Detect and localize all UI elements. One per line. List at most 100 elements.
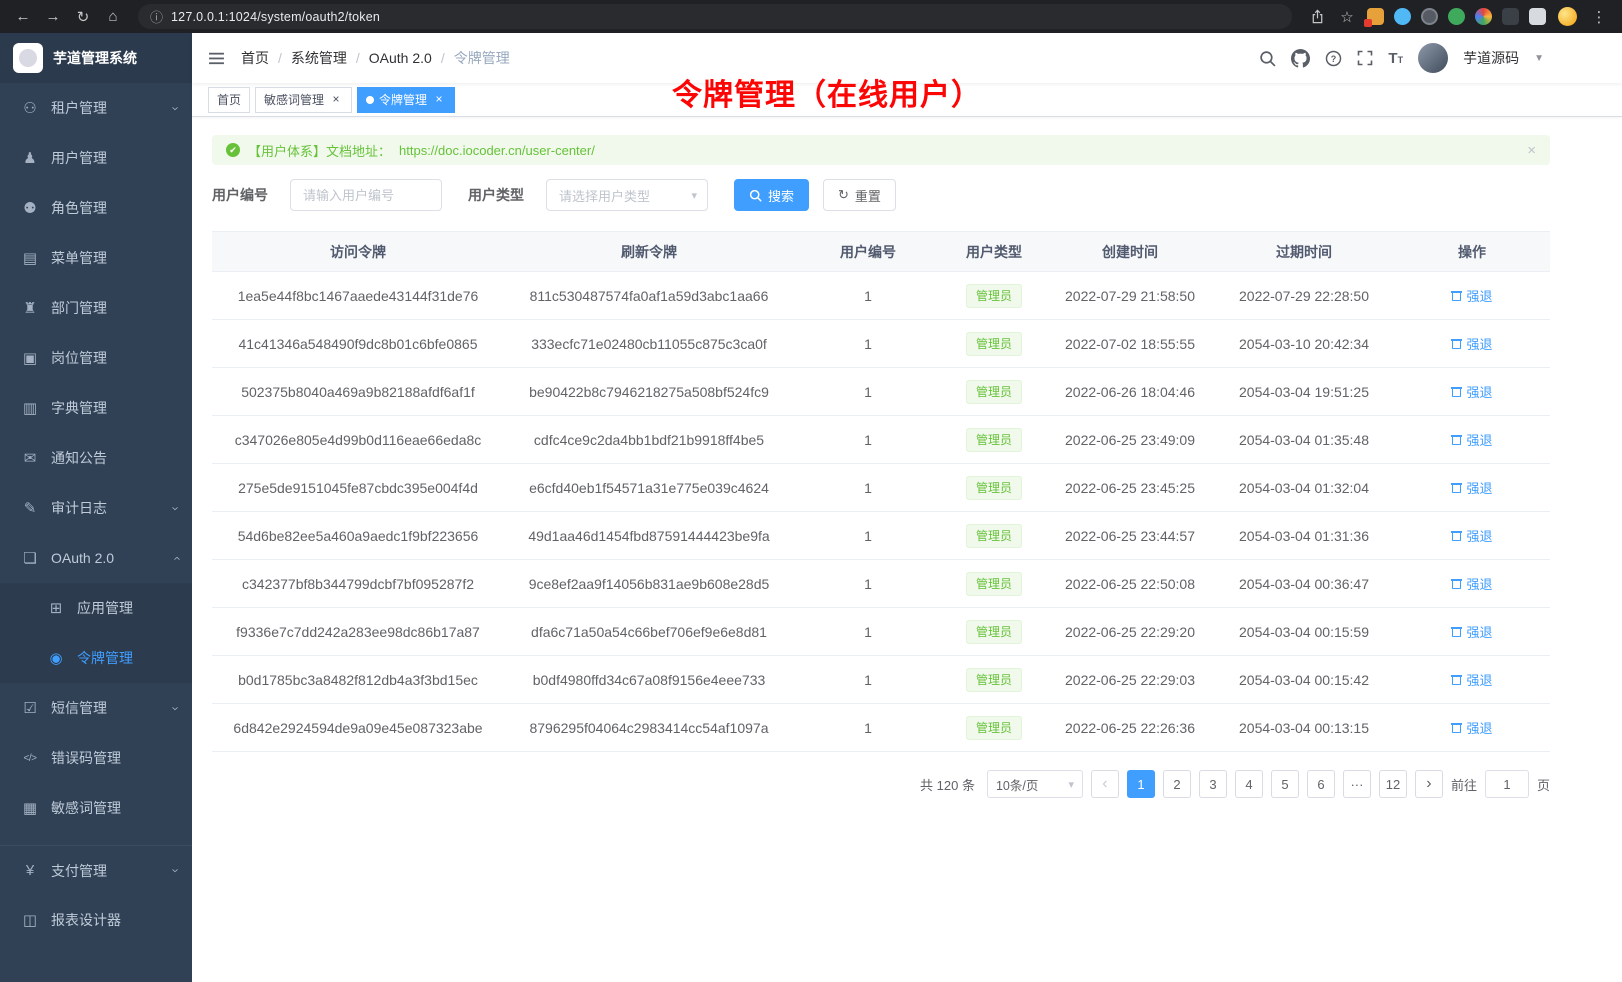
site-info-icon[interactable]: ⓘ [150,7,163,26]
pagination-page-6[interactable]: 6 [1307,770,1335,798]
cell-access-token: 6d842e2924594de9a09e45e087323abe [212,704,504,752]
back-button[interactable]: ← [10,4,36,30]
prev-page-button[interactable]: ‹ [1091,770,1119,798]
user-dropdown-caret-icon[interactable]: ▼ [1534,53,1544,64]
force-logout-button[interactable]: 强退 [1451,334,1492,353]
bookmark-star-icon[interactable]: ☆ [1334,4,1360,30]
sidebar-item-user[interactable]: ♟用户管理 [0,133,192,183]
column-header: 刷新令牌 [504,232,794,272]
user-avatar[interactable] [1418,43,1448,73]
sidebar-collapse-icon[interactable] [208,50,225,67]
font-size-icon[interactable]: TT [1388,50,1403,67]
tab-home[interactable]: 首页 [208,87,250,113]
search-icon[interactable] [1259,50,1276,67]
tab-close-icon[interactable]: × [432,93,446,107]
user-id-input[interactable] [290,179,442,211]
extension-icon-4[interactable] [1448,8,1465,25]
force-logout-button[interactable]: 强退 [1451,574,1492,593]
sidebar-item-sensitive-word[interactable]: ▦敏感词管理 [0,783,192,833]
breadcrumb-item[interactable]: 首页 [241,48,269,68]
next-page-button[interactable]: › [1415,770,1443,798]
pagination-page-2[interactable]: 2 [1163,770,1191,798]
sidebar-item-dict[interactable]: ▥字典管理 [0,383,192,433]
force-logout-button[interactable]: 强退 [1451,382,1492,401]
extension-icon-5[interactable] [1475,8,1492,25]
username[interactable]: 芋道源码 [1463,48,1519,68]
force-logout-button[interactable]: 强退 [1451,718,1492,737]
help-icon[interactable]: ? [1325,50,1342,67]
user-type-select[interactable]: 请选择用户类型 ▾ [546,179,708,211]
app-shell: 芋道管理系统 ⚇租户管理›♟用户管理⚉角色管理▤菜单管理♜部门管理▣岗位管理▥字… [0,33,1622,982]
cell-access-token: b0d1785bc3a8482f812db4a3f3bd15ec [212,656,504,704]
force-logout-button[interactable]: 强退 [1451,670,1492,689]
github-icon[interactable] [1291,49,1310,68]
cell-actions: 强退 [1394,512,1550,560]
sidebar-item-sms[interactable]: ☑短信管理› [0,683,192,733]
force-logout-button[interactable]: 强退 [1451,526,1492,545]
tab-close-icon[interactable]: × [329,93,343,107]
breadcrumb-item[interactable]: 系统管理 [291,48,347,68]
alert-doc-link[interactable]: https://doc.iocoder.cn/user-center/ [399,143,595,158]
sidebar-item-oauth2-token[interactable]: ◉令牌管理 [0,633,192,683]
reload-button[interactable]: ↻ [70,4,96,30]
extension-icon-6[interactable] [1502,8,1519,25]
sidebar-item-audit-log[interactable]: ✎审计日志› [0,483,192,533]
force-logout-label: 强退 [1466,478,1492,497]
extension-icon-2[interactable] [1394,8,1411,25]
force-logout-button[interactable]: 强退 [1451,622,1492,641]
pagination-more-button[interactable]: ··· [1343,770,1371,798]
force-logout-button[interactable]: 强退 [1451,478,1492,497]
sidebar-item-oauth2[interactable]: ❏OAuth 2.0› [0,533,192,583]
cell-expire-time: 2054-03-04 00:15:42 [1214,656,1394,704]
user-type-tag: 管理员 [966,476,1022,500]
tab-oauth2-token[interactable]: 令牌管理× [357,87,455,113]
cell-expire-time: 2054-03-04 00:15:59 [1214,608,1394,656]
browser-profile-avatar[interactable] [1558,7,1577,26]
pagination-page-12[interactable]: 12 [1379,770,1407,798]
sidebar-item-label: 角色管理 [51,198,107,218]
pagination-page-5[interactable]: 5 [1271,770,1299,798]
pagination-page-4[interactable]: 4 [1235,770,1263,798]
share-icon[interactable] [1304,4,1330,30]
sidebar-item-tenant[interactable]: ⚇租户管理› [0,83,192,133]
breadcrumb-item[interactable]: OAuth 2.0 [369,50,432,66]
sidebar-item-error-code[interactable]: </>错误码管理 [0,733,192,783]
pagination-page-3[interactable]: 3 [1199,770,1227,798]
sidebar-item-oauth2-application[interactable]: ⊞应用管理 [0,583,192,633]
search-button[interactable]: 搜索 [734,179,809,211]
report-designer-icon: ◫ [20,911,40,929]
page-size-select[interactable]: 10条/页 ▾ [987,770,1083,798]
cell-expire-time: 2054-03-04 00:36:47 [1214,560,1394,608]
sidebar-item-pay[interactable]: ¥支付管理› [0,845,192,895]
user-type-tag: 管理员 [966,332,1022,356]
pagination-page-1[interactable]: 1 [1127,770,1155,798]
sidebar-item-menu[interactable]: ▤菜单管理 [0,233,192,283]
logo-avatar [13,43,43,73]
fullscreen-icon[interactable] [1357,50,1373,66]
home-button[interactable]: ⌂ [100,4,126,30]
forward-button[interactable]: → [40,4,66,30]
reset-button[interactable]: ↻ 重置 [823,179,896,211]
svg-text:?: ? [1331,53,1337,63]
table-row: 502375b8040a469a9b82188afdf6af1fbe90422b… [212,368,1550,416]
cell-refresh-token: b0df4980ffd34c67a08f9156e4eee733 [504,656,794,704]
dictionary-icon: ▥ [20,399,40,417]
sidebar-item-dept[interactable]: ♜部门管理 [0,283,192,333]
app-logo[interactable]: 芋道管理系统 [0,33,192,83]
sidebar-item-role[interactable]: ⚉角色管理 [0,183,192,233]
browser-menu-button[interactable]: ⋮ [1586,4,1612,30]
address-bar[interactable]: ⓘ 127.0.0.1:1024/system/oauth2/token [138,4,1292,29]
extension-icon-1[interactable] [1367,8,1384,25]
extension-icon-7[interactable] [1529,8,1546,25]
goto-page-input[interactable] [1485,770,1529,798]
tab-sensitive-word[interactable]: 敏感词管理× [255,87,352,113]
force-logout-button[interactable]: 强退 [1451,430,1492,449]
user-type-tag: 管理员 [966,428,1022,452]
extension-icon-3[interactable] [1421,8,1438,25]
sidebar-item-notice[interactable]: ✉通知公告 [0,433,192,483]
sidebar-item-post[interactable]: ▣岗位管理 [0,333,192,383]
user-id-label: 用户编号 [212,185,268,205]
sidebar-item-report-designer[interactable]: ◫报表设计器 [0,895,192,945]
alert-close-icon[interactable]: × [1527,142,1536,159]
force-logout-button[interactable]: 强退 [1451,286,1492,305]
